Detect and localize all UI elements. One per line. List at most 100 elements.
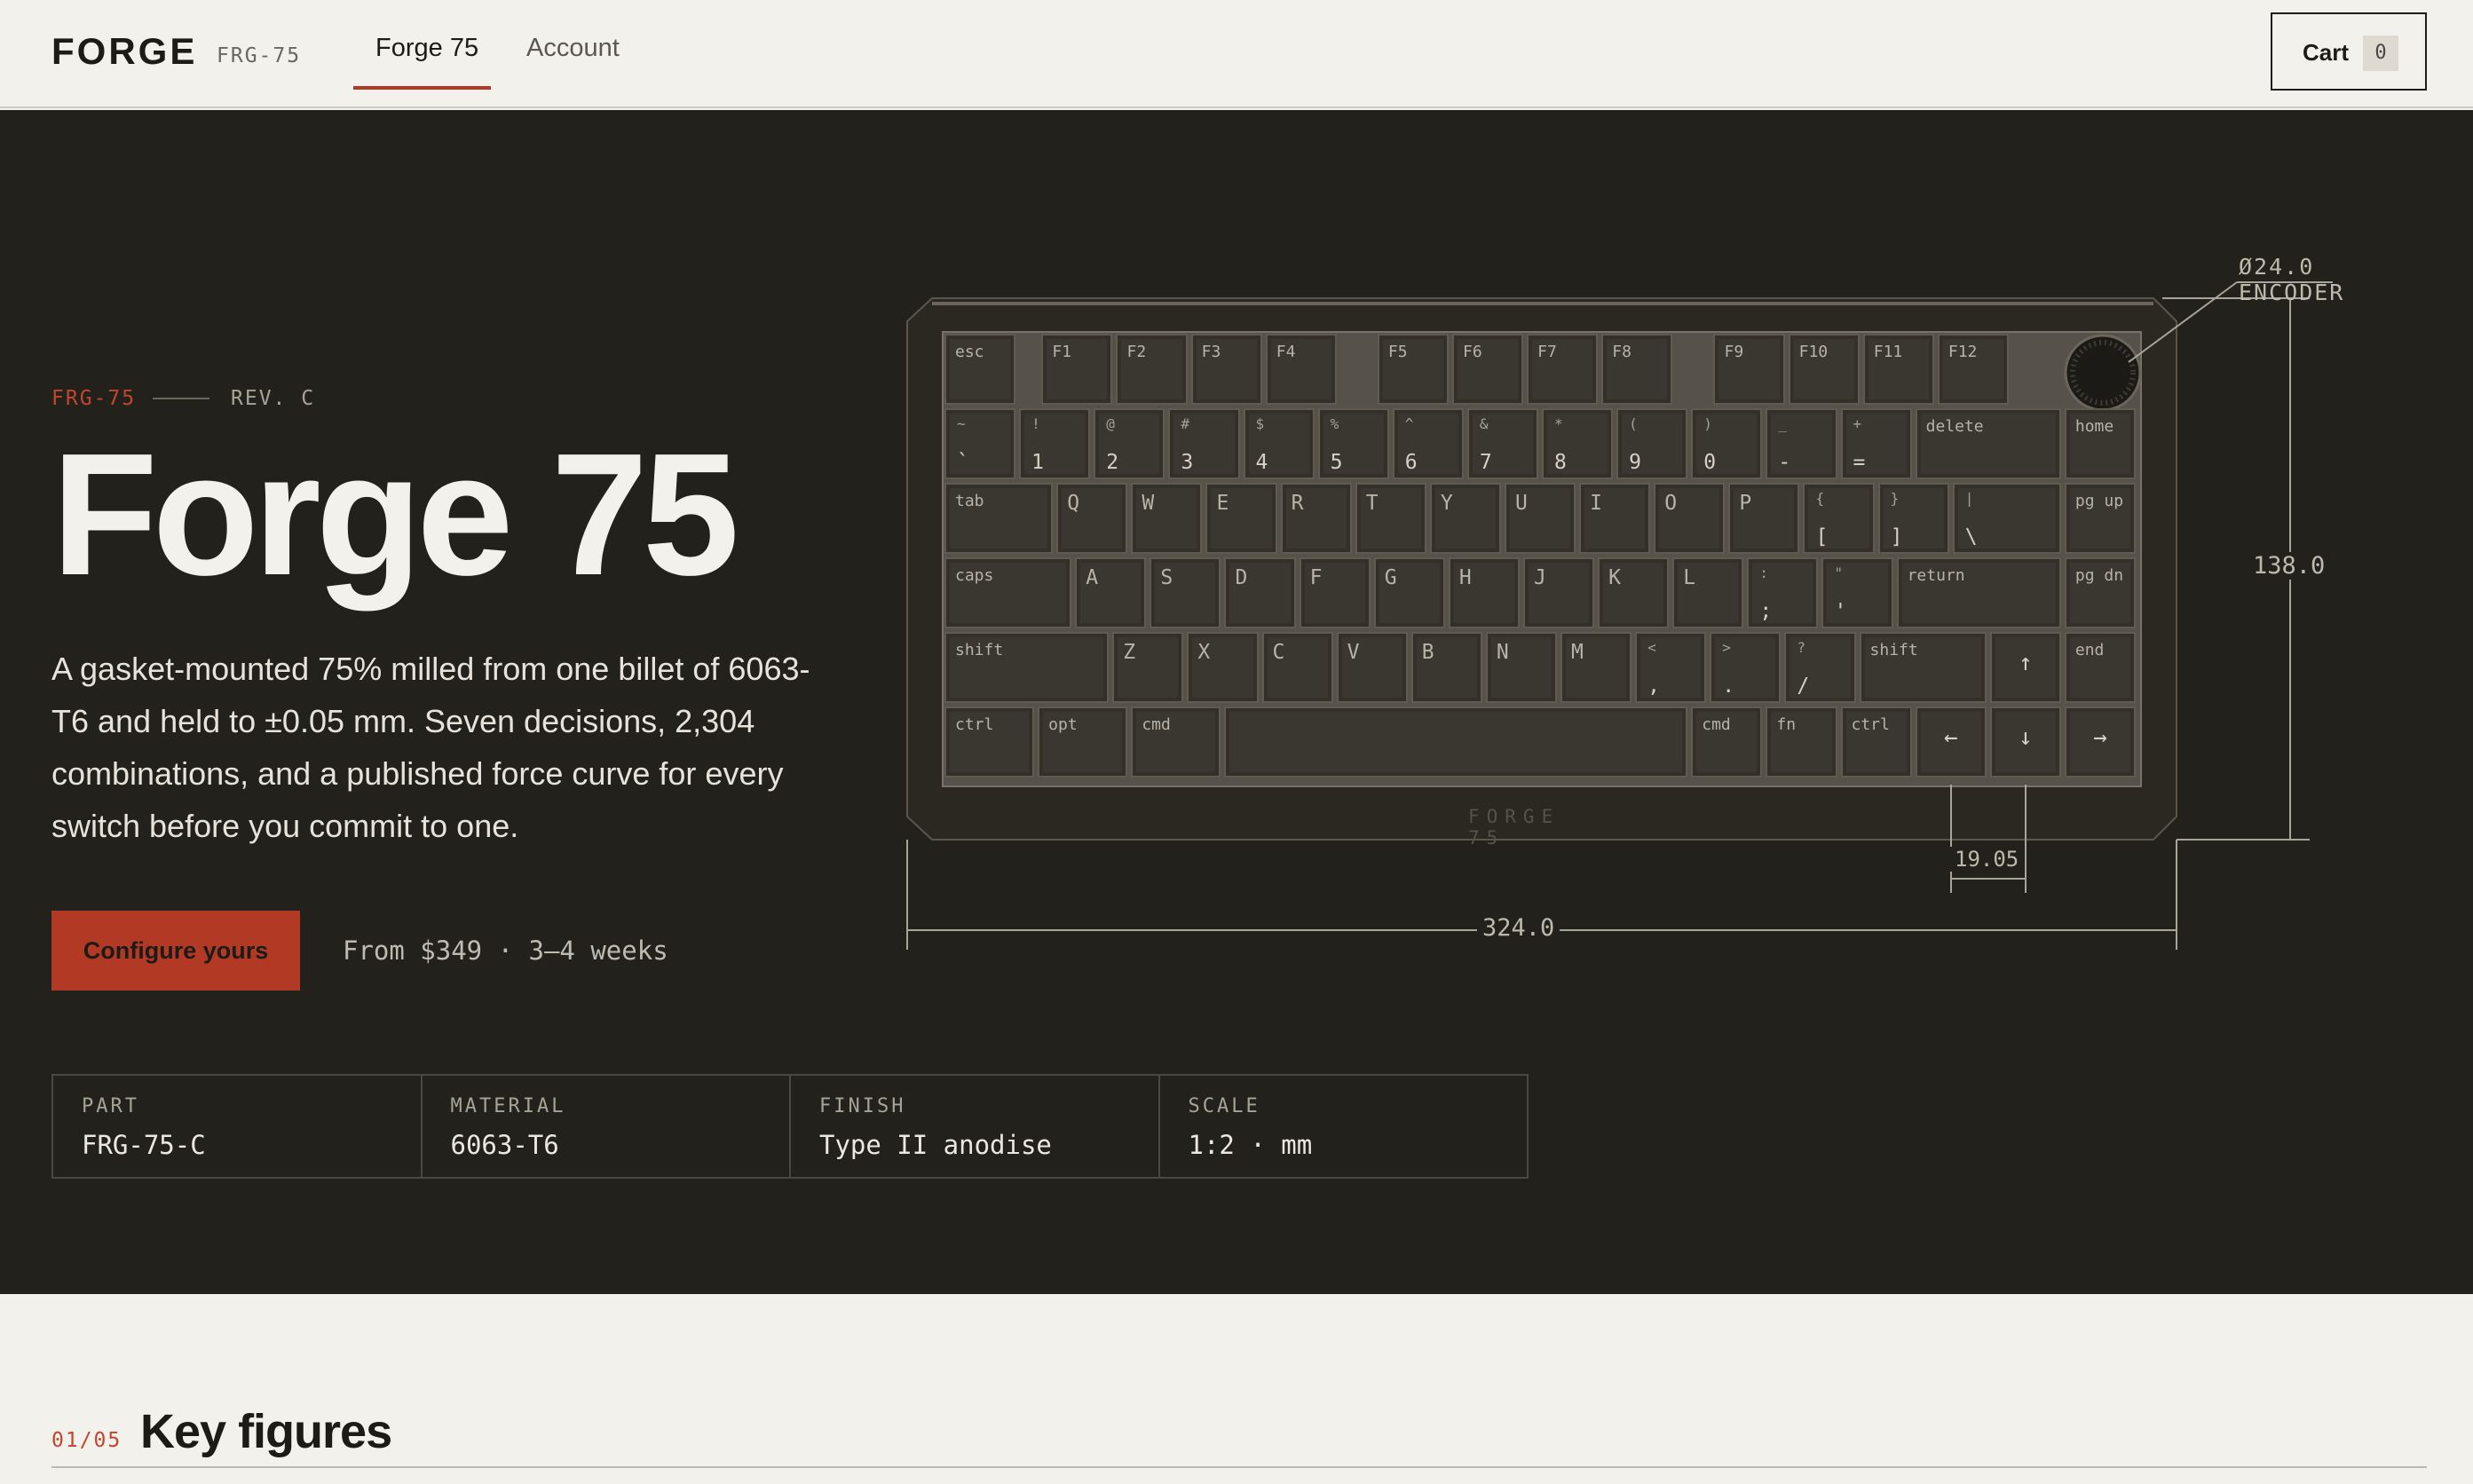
key-legend: shift <box>955 641 1004 659</box>
key-legend: opt <box>1048 715 1078 734</box>
key-legend: shift <box>1869 641 1918 659</box>
key-f10: F10 <box>1788 334 1860 405</box>
key-4: $4 <box>1243 408 1315 479</box>
key-legend: O <box>1664 492 1678 515</box>
key-legend: C <box>1272 641 1285 664</box>
key-legend: S <box>1160 566 1173 589</box>
key-legend: 7 <box>1479 451 1492 474</box>
key-pg-up: pg up <box>2064 483 2136 554</box>
key-legend: U <box>1514 492 1528 515</box>
key-x: X <box>1187 632 1259 703</box>
key-legend: P <box>1739 492 1752 515</box>
key-legend: return <box>1907 566 1965 585</box>
key-legend: / <box>1797 675 1810 698</box>
key-legend: Z <box>1123 641 1136 664</box>
key-legend: 4 <box>1255 451 1268 474</box>
key--: :; <box>1747 557 1819 628</box>
key-esc: esc <box>944 334 1016 405</box>
key-f5: F5 <box>1377 334 1450 405</box>
key-d: D <box>1224 557 1296 628</box>
key-b: B <box>1410 632 1482 703</box>
key-legend: ] <box>1890 525 1903 549</box>
key-legend: fn <box>1776 715 1797 734</box>
section-number: 01/05 <box>51 1429 122 1452</box>
key-ctrl: ctrl <box>944 706 1035 778</box>
key-legend: pg dn <box>2074 566 2124 585</box>
key-legend: end <box>2074 641 2105 659</box>
key-f7: F7 <box>1527 334 1599 405</box>
key-legend: → <box>2093 724 2107 751</box>
key-legend: caps <box>955 566 994 585</box>
key-shift-legend: % <box>1330 415 1339 432</box>
key-legend: 9 <box>1629 451 1641 474</box>
key-home: home <box>2064 408 2136 479</box>
key-f3: F3 <box>1190 334 1262 405</box>
key-legend: V <box>1347 641 1360 664</box>
key-legend: T <box>1365 492 1379 515</box>
key-legend: ` <box>957 451 969 474</box>
key-legend: F1 <box>1052 343 1072 361</box>
key-legend: 6 <box>1404 451 1418 474</box>
key-shift-legend: ) <box>1703 415 1712 432</box>
key-g: G <box>1373 557 1445 628</box>
key-q: Q <box>1056 483 1128 554</box>
section-divider <box>51 1466 2427 1468</box>
key-k: K <box>1598 557 1670 628</box>
key-3: #3 <box>1168 408 1240 479</box>
key-legend: F3 <box>1201 343 1221 361</box>
key-legend: H <box>1458 566 1472 589</box>
key-legend: 0 <box>1703 451 1717 474</box>
key--: + = <box>1840 408 1912 479</box>
key-shift-legend: + <box>1853 415 1862 432</box>
key-legend: F9 <box>1724 343 1744 361</box>
encoder-knob <box>2064 334 2142 412</box>
key-legend: tab <box>955 492 984 510</box>
key-f1: F1 <box>1041 334 1113 405</box>
key-legend: 5 <box>1330 451 1343 474</box>
key--: ? / <box>1784 632 1856 703</box>
key-legend: cmd <box>1142 715 1171 734</box>
key--: {[ <box>1803 483 1875 554</box>
key-legend: 1 <box>1031 451 1044 474</box>
key-legend: B <box>1421 641 1434 664</box>
key-legend: Q <box>1067 492 1080 515</box>
key-legend: F4 <box>1276 343 1296 361</box>
key-shift-legend: } <box>1890 490 1900 507</box>
key-7: & 7 <box>1466 408 1538 479</box>
key-legend: R <box>1291 492 1304 515</box>
key-n: N <box>1485 632 1558 703</box>
key-w: W <box>1131 483 1203 554</box>
key-i: I <box>1579 483 1651 554</box>
key-9: (9 <box>1616 408 1688 479</box>
key-u: U <box>1504 483 1576 554</box>
key-legend: F8 <box>1612 343 1632 361</box>
key-pg-dn: pg dn <box>2064 557 2136 628</box>
key-legend: ↑ <box>2018 650 2033 676</box>
key-l: L <box>1672 557 1744 628</box>
key-legend: 8 <box>1554 451 1567 474</box>
key-v: V <box>1336 632 1408 703</box>
key-legend: X <box>1197 641 1211 664</box>
key-legend: \ <box>1964 525 1978 549</box>
key--: ↑ <box>1989 632 2061 703</box>
key-m: M <box>1560 632 1632 703</box>
key-legend: [ <box>1815 525 1829 549</box>
key-shift-legend: * <box>1554 415 1563 432</box>
key-y: Y <box>1429 483 1501 554</box>
key-h: H <box>1448 557 1520 628</box>
key-shift: shift <box>944 632 1110 703</box>
key-legend: - <box>1778 451 1791 474</box>
key-legend: delete <box>1925 417 1984 436</box>
key-f9: F9 <box>1713 334 1785 405</box>
key--: }] <box>1877 483 1949 554</box>
key--: _ - <box>1766 408 1837 479</box>
key-legend: home <box>2074 417 2114 436</box>
key-legend: D <box>1235 566 1248 589</box>
key-shift-legend: : <box>1759 564 1768 581</box>
key-t: T <box>1355 483 1426 554</box>
key--: >. <box>1710 632 1782 703</box>
key-legend: 3 <box>1181 451 1194 474</box>
key-f: F <box>1299 557 1371 628</box>
key-legend: F5 <box>1387 343 1408 361</box>
key-legend: I <box>1590 492 1602 515</box>
